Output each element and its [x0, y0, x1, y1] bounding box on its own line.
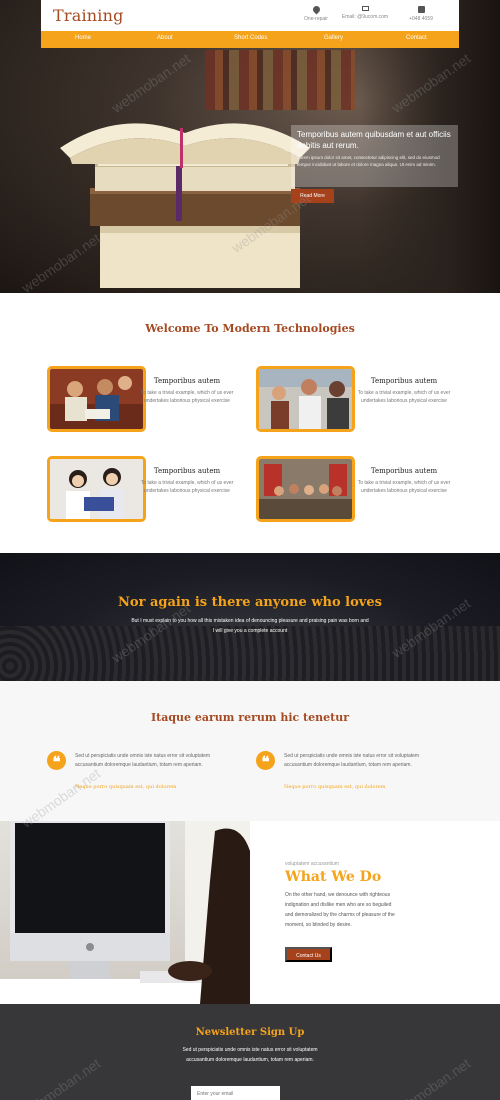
- feature-title-1: Temporibus autem: [153, 377, 221, 385]
- testimonials-title: Itaque earum rerum hic tenetur: [151, 711, 349, 724]
- address-text: One-repair: [304, 16, 328, 22]
- what-we-do-text: On the other hand, we denounce with righ…: [285, 892, 395, 928]
- testimonial-text-1: Sed ut perspiciatis unde omnis iste natu…: [75, 753, 211, 768]
- feature-title-3: Temporibus autem: [153, 467, 221, 475]
- welcome-section: Welcome To Modern Technologies Temporibu…: [0, 293, 500, 553]
- women-reading-photo: [50, 459, 143, 519]
- feature-title-4: Temporibus autem: [370, 467, 438, 475]
- testimonial-link-1[interactable]: Neque porro quisquam est, qui dolorem: [75, 784, 176, 790]
- bookshelf-image: [205, 50, 355, 110]
- site-logo[interactable]: Training: [53, 6, 124, 25]
- feature-image-1: [47, 366, 146, 432]
- feature-title-2: Temporibus autem: [370, 377, 438, 385]
- what-we-do-title: What We Do: [285, 869, 382, 885]
- newsletter-text: Sed ut perspiciatis unde omnis iste natu…: [182, 1047, 318, 1063]
- what-we-do-subtitle: voluptatem accusantium: [285, 861, 339, 867]
- quote-icon: ❝: [47, 751, 66, 771]
- hero-text: Lorem ipsum dolor sit amet, consectetur …: [297, 155, 440, 167]
- feature-text-1: To take a trivial example, which of us e…: [140, 390, 234, 404]
- feature-text-2: To take a trivial example, which of us e…: [357, 390, 451, 404]
- main-nav: Home About Short Codes Gallery Contact: [41, 31, 459, 48]
- phone-icon: [417, 6, 425, 13]
- testimonial-text-2: Sed ut perspiciatis unde omnis iste natu…: [284, 753, 420, 768]
- top-header: Training One-repair Email: @9ucom.com +0…: [41, 0, 459, 32]
- testimonial-link-2[interactable]: Neque porro quisquam est, qui dolorem: [284, 784, 385, 790]
- newsletter-email-input[interactable]: [191, 1086, 280, 1100]
- phone-text: +048 4059: [409, 16, 433, 22]
- read-more-button[interactable]: Read More: [291, 189, 334, 203]
- hero-title: Temporibus autem quibusdam et aut offici…: [297, 130, 451, 150]
- nav-item-short-codes[interactable]: Short Codes: [234, 35, 267, 41]
- quote-icon: ❝: [256, 751, 275, 771]
- what-we-do-section: voluptatem accusantium What We Do On the…: [0, 821, 500, 1004]
- book-stack-image: [60, 123, 310, 288]
- address-contact: One-repair: [299, 4, 333, 22]
- feature-image-3: [47, 456, 146, 522]
- newsletter-section: Newsletter Sign Up Sed ut perspiciatis u…: [0, 1004, 500, 1100]
- welcome-title: Welcome To Modern Technologies: [145, 322, 355, 335]
- feature-text-4: To take a trivial example, which of us e…: [357, 480, 451, 494]
- graduation-band: Nor again is there anyone who loves But …: [0, 553, 500, 681]
- mail-icon: [361, 6, 369, 11]
- band-text: But I must explain to you how all this m…: [131, 618, 369, 634]
- testimonials-section: Itaque earum rerum hic tenetur ❝ Sed ut …: [0, 681, 500, 821]
- phone-contact: +048 4059: [407, 6, 435, 22]
- band-title: Nor again is there anyone who loves: [118, 595, 382, 610]
- email-text[interactable]: Email: @9ucom.com: [342, 14, 388, 20]
- feature-image-4: [256, 456, 355, 522]
- nav-item-contact[interactable]: Contact: [406, 35, 427, 41]
- feature-text-3: To take a trivial example, which of us e…: [140, 480, 234, 494]
- map-pin-icon: [311, 4, 321, 15]
- hero-banner: Training One-repair Email: @9ucom.com +0…: [0, 0, 500, 293]
- imac-computer-image: [0, 821, 250, 1004]
- nav-item-home[interactable]: Home: [75, 35, 91, 41]
- nav-item-gallery[interactable]: Gallery: [324, 35, 343, 41]
- group-celebrating-photo: [259, 369, 352, 429]
- feature-image-2: [256, 366, 355, 432]
- group-london-photo: [259, 459, 352, 519]
- students-studying-photo: [50, 369, 143, 429]
- contact-us-button[interactable]: Contact Us: [285, 947, 332, 962]
- computer-desk-photo: [0, 821, 250, 1004]
- nav-item-about[interactable]: About: [157, 35, 173, 41]
- email-contact: Email: @9ucom.com: [341, 6, 389, 20]
- newsletter-title: Newsletter Sign Up: [195, 1027, 305, 1038]
- hero-caption: Temporibus autem quibusdam et aut offici…: [291, 125, 458, 187]
